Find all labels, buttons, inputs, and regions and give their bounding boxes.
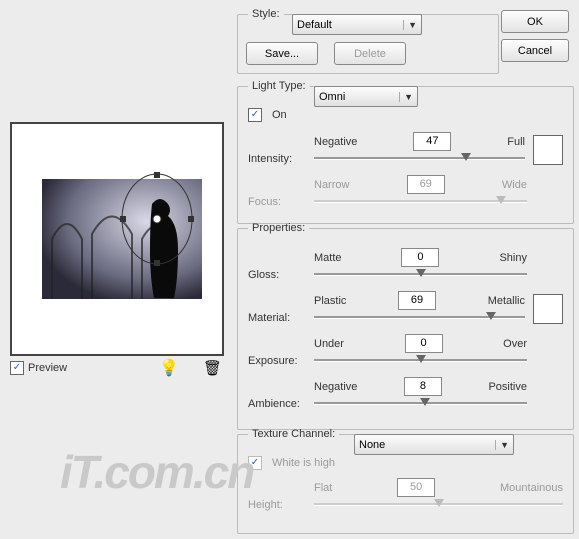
properties-legend: Properties: [248,222,309,234]
ok-button[interactable]: OK [501,10,569,33]
chevron-down-icon: ▼ [403,20,417,30]
exposure-value[interactable]: 0 [405,334,443,353]
chevron-down-icon: ▼ [399,92,413,102]
texture-legend: Texture Channel: [248,428,339,440]
material-value[interactable]: 69 [398,291,436,310]
delete-button[interactable]: Delete [334,42,406,65]
white-high-label: White is high [272,457,335,469]
texture-group: Texture Channel: None▼ White is high Hei… [237,428,574,534]
material-slider[interactable] [314,310,525,324]
chevron-down-icon: ▼ [495,440,509,450]
light-color-swatch[interactable] [533,135,563,165]
preview-checkbox[interactable] [10,361,24,375]
focus-label: Focus: [248,196,314,208]
height-slider [314,497,563,511]
exposure-label: Exposure: [248,355,314,367]
light-group: Light Type: Omni▼ On Intensity: Negative… [237,80,574,224]
light-type-select[interactable]: Omni▼ [314,86,418,107]
height-label: Height: [248,499,314,511]
properties-group: Properties: Gloss: Matte0Shiny Material:… [237,222,574,430]
intensity-slider[interactable] [314,151,525,165]
watermark: iT.com.cn [60,445,253,499]
on-checkbox[interactable] [248,108,262,122]
focus-slider [314,194,527,208]
intensity-value[interactable]: 47 [413,132,451,151]
ambience-slider[interactable] [314,396,527,410]
gloss-slider[interactable] [314,267,527,281]
intensity-label: Intensity: [248,153,314,165]
on-label: On [272,109,287,121]
ambience-label: Ambience: [248,398,314,410]
lightbulb-icon[interactable]: 💡 [159,358,179,378]
gloss-label: Gloss: [248,269,314,281]
exposure-slider[interactable] [314,353,527,367]
preview-canvas[interactable] [10,122,224,356]
style-select[interactable]: Default▼ [292,14,422,35]
gloss-value[interactable]: 0 [401,248,439,267]
material-color-swatch[interactable] [533,294,563,324]
texture-select[interactable]: None▼ [354,434,514,455]
cancel-button[interactable]: Cancel [501,39,569,62]
material-label: Material: [248,312,314,324]
preview-label: Preview [28,362,67,374]
ambience-value[interactable]: 8 [404,377,442,396]
save-button[interactable]: Save... [246,42,318,65]
light-legend: Light Type: [248,80,310,92]
trash-icon[interactable]: 🗑 [203,359,222,377]
focus-value: 69 [407,175,445,194]
style-legend: Style: [248,8,284,20]
height-value: 50 [397,478,435,497]
style-group: Style: Default▼ Save... Delete [237,8,499,74]
